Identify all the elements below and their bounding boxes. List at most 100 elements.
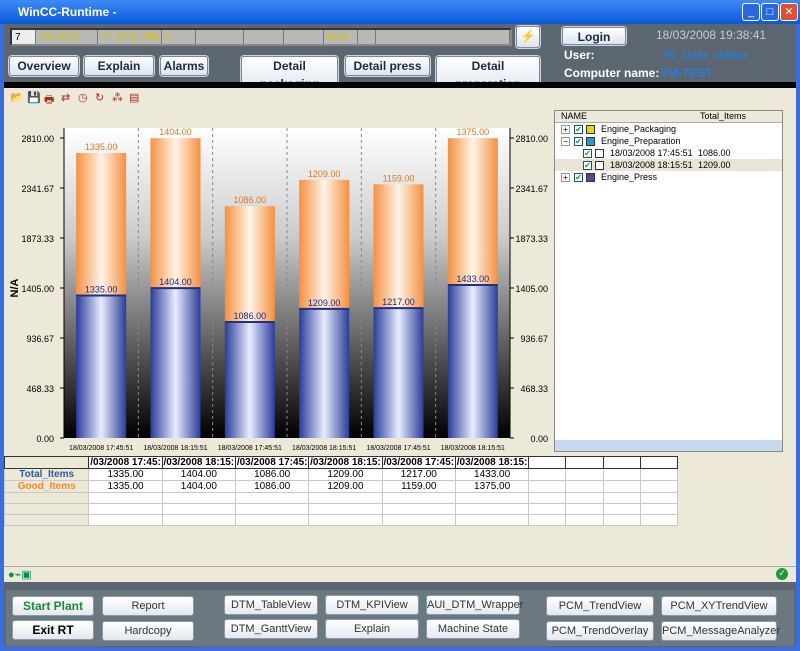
y-tick-right: 2341.67 [515,184,548,194]
ok-check-icon: ✓ [776,568,788,580]
row-header: Total_Items [3,468,90,481]
table-cell: 1404.00 [161,480,237,493]
tree-item[interactable]: − ✔ Engine_Preparation [555,135,782,147]
column-header[interactable]: /03/2008 18:15: [161,456,237,469]
checkbox[interactable]: ✔ [574,136,583,146]
detail-press-button[interactable]: Detail press [345,56,430,76]
table-cell: 1335.00 [88,468,163,481]
data-label-total: 1404.00 [159,277,192,287]
y-tick-left: 468.33 [26,384,54,394]
pcm-trendview-button[interactable]: PCM_TrendView [546,596,654,616]
trend-icon-button[interactable]: ⚡ [516,26,540,48]
checkbox[interactable]: ✔ [583,160,592,170]
overview-button[interactable]: Overview [9,56,79,76]
alarms-button[interactable]: Alarms [160,56,208,76]
data-label-total: 1209.00 [308,298,341,308]
x-tick-label: 18/03/2008 18:15:51 [441,445,505,452]
window-title: WinCC-Runtime - [18,5,117,19]
title-bar: WinCC-Runtime - [0,0,800,24]
y-tick-left: 2810.00 [21,134,54,144]
login-button[interactable]: Login [562,27,626,45]
hardcopy-button[interactable]: Hardcopy [102,621,194,641]
data-label-good: 1335.00 [85,142,118,152]
table-row: Good_Items 1335.00 1404.00 1086.00 1209.00 11… [3,480,679,493]
y-tick-right: 1405.00 [515,284,548,294]
alarm-status: Error [324,30,358,44]
alarm-count: 9 [162,30,196,44]
table-cell: 1375.00 [454,480,530,493]
datetime: 18/03/2008 19:38:41 [656,28,767,42]
tree-item[interactable]: ✔ 18/03/2008 18:15:51 1209.00 [555,159,782,171]
user-label: User: [564,48,595,62]
color-swatch [586,124,595,134]
machine-state-button[interactable]: Machine State [426,619,520,639]
explain-button[interactable]: Explain [84,56,154,76]
checkbox[interactable]: ✔ [583,148,592,158]
x-tick-label: 18/03/2008 18:15:51 [292,445,356,452]
close-button[interactable]: ✕ [780,3,798,21]
tree-item-label: Engine_Packaging [601,124,677,134]
expander-icon[interactable]: + [561,172,570,182]
row-header: Good_Items [3,480,90,493]
computer-label: Computer name: [564,66,660,80]
exit-rt-button[interactable]: Exit RT [12,620,94,640]
aui-dtm-wrapper-button[interactable]: AUI_DTM_Wrapper [426,595,523,615]
dtm-tableview-button[interactable]: DTM_TableView [224,595,318,615]
explain-bottom-button[interactable]: Explain [325,619,419,639]
computer-value: VM-TEST [660,66,713,80]
bar-total-items [299,308,350,438]
table-cell: 1209.00 [308,480,383,493]
plot-area [64,128,510,438]
column-header[interactable]: /03/2008 18:15: [308,456,383,469]
bar-good-items [299,179,350,309]
color-swatch [595,160,604,170]
y-tick-left: 2341.67 [21,184,54,194]
pcm-trendoverlay-button[interactable]: PCM_TrendOverlay [546,621,654,641]
expander-icon[interactable]: − [561,136,570,146]
bar-good-items [224,206,275,323]
pcm-xytrendview-button[interactable]: PCM_XYTrendView [661,596,777,616]
dtm-kpiview-button[interactable]: DTM_KPIView [325,595,419,615]
dtm-ganttview-button[interactable]: DTM_GanttView [224,619,318,639]
tree-col-total[interactable]: Total_Items [700,111,746,122]
checkbox[interactable]: ✔ [574,172,583,182]
horizontal-scrollbar[interactable] [555,440,782,451]
bar-total-items [224,322,275,438]
y-tick-left: 936.67 [26,334,54,344]
report-panel: 📂 💾 🖶 ⇄ ◷ ↻ ⁂ ▤ 0.00 0.00 468.33 468.33 936.67 936.6… [3,88,796,582]
alarm-date: 18/03/08 [36,30,98,44]
alarm-line[interactable]: 7 18/03/08 07:38:41 PM 9 Error [10,28,512,46]
tree-col-name[interactable]: NAME [555,111,700,122]
start-plant-button[interactable]: Start Plant [12,596,94,616]
column-header[interactable]: /03/2008 18:15: [454,456,530,469]
alarm-number: 7 [12,30,36,44]
y-tick-right: 0.00 [530,434,548,444]
x-tick-label: 18/03/2008 17:45:51 [218,445,282,452]
data-label-good: 1159.00 [383,173,415,183]
tree-item-value: 1209.00 [698,160,731,170]
table-cell: 1086.00 [234,480,310,493]
expander-icon[interactable]: + [561,124,570,134]
x-tick-label: 18/03/2008 18:15:51 [143,445,207,452]
x-tick-label: 18/03/2008 17:45:51 [366,445,430,452]
data-label-good: 1086.00 [234,195,267,205]
column-header[interactable]: /03/2008 17:45: [88,456,163,469]
pcm-messageanalyzer-button[interactable]: PCM_MessageAnalyzer [661,621,780,641]
data-label-total: 1335.00 [85,284,118,294]
tree-item[interactable]: + ✔ Engine_Press [555,171,782,183]
alarm-time: 07:38:41 PM [98,30,162,44]
connection-icon: ●⌁▣ [8,569,32,581]
tree-item[interactable]: + ✔ Engine_Packaging [555,123,782,135]
minimize-button[interactable]: _ [742,3,760,21]
column-header[interactable]: /03/2008 17:45: [234,456,310,469]
table-row: Total_Items 1335.00 1404.00 1086.00 1209.00 1… [3,468,679,481]
maximize-button[interactable]: □ [761,3,779,21]
y-tick-right: 936.67 [520,334,548,344]
report-button[interactable]: Report [102,596,194,616]
column-header[interactable]: /03/2008 17:45: [381,456,456,469]
tree-item[interactable]: ✔ 18/03/2008 17:45:51 1086.00 [555,147,782,159]
client-area: 7 18/03/08 07:38:41 PM 9 Error ⚡ Login 1… [3,24,796,647]
status-bar: ●⌁▣ ✓ [4,566,796,582]
checkbox[interactable]: ✔ [574,124,583,134]
y-tick-right: 2810.00 [515,134,548,144]
